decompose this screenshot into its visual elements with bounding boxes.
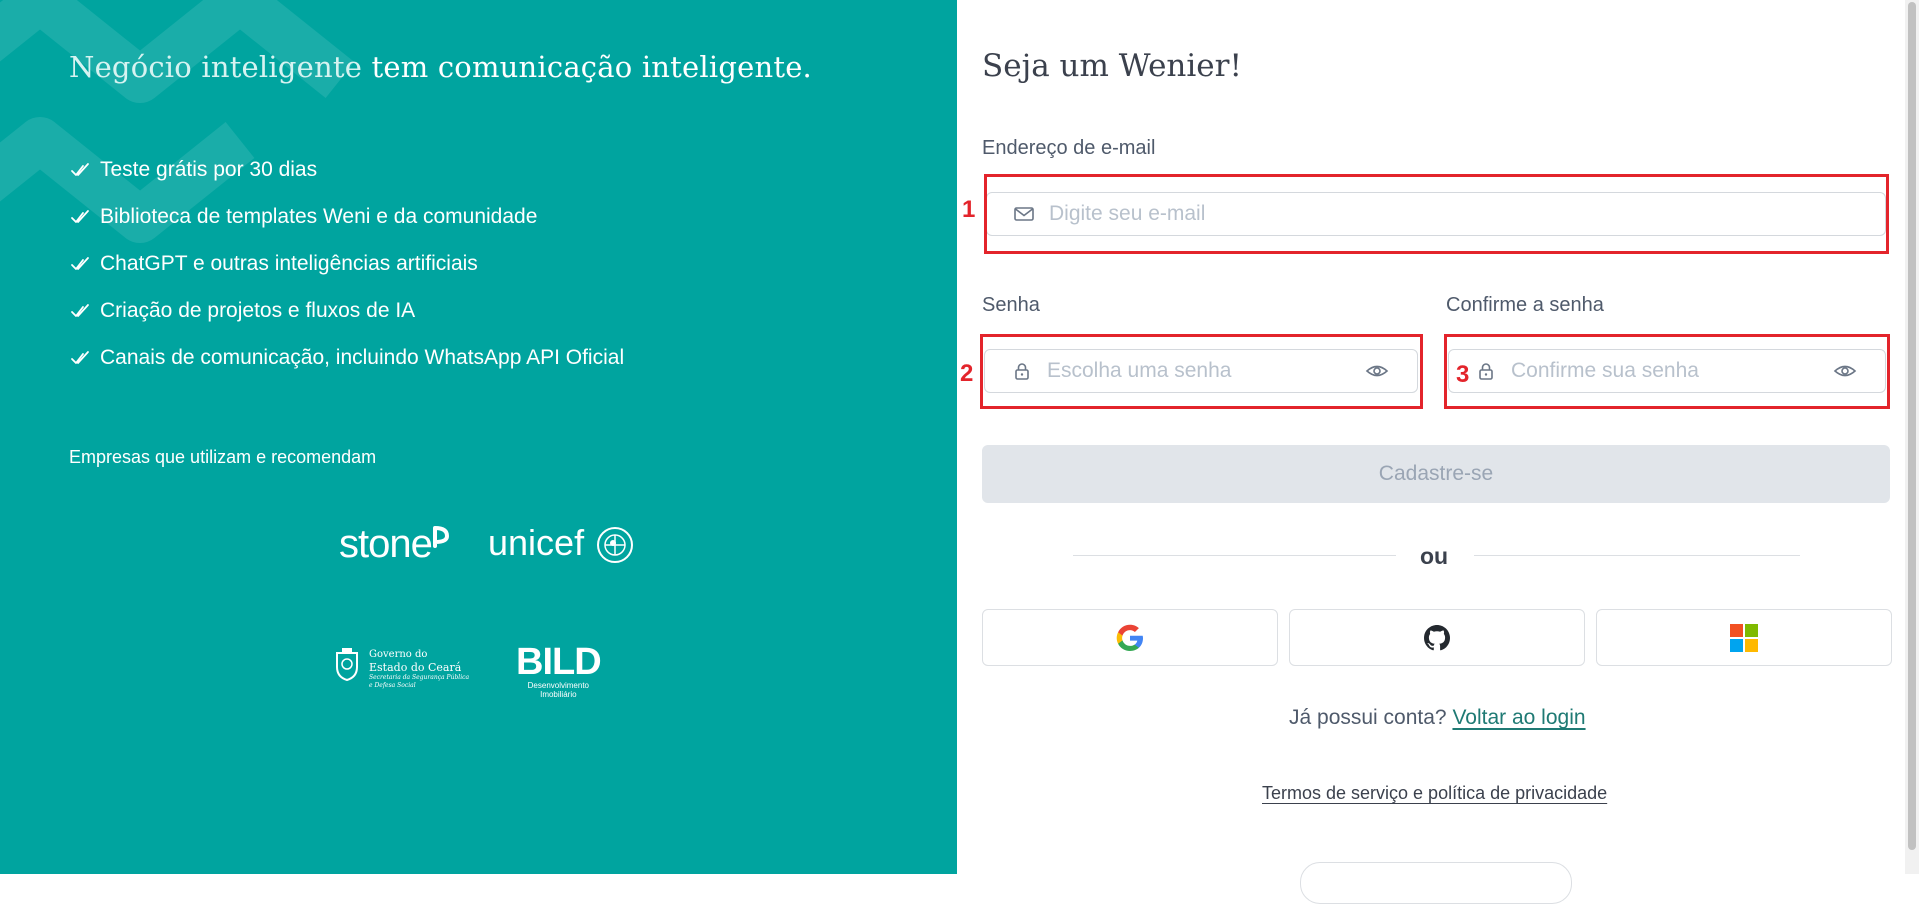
feature-label: Teste grátis por 30 dias [100, 157, 318, 181]
divider-line-right [1474, 555, 1800, 556]
check-icon [71, 350, 89, 364]
scrollbar-thumb[interactable] [1908, 2, 1916, 850]
password-label: Senha [982, 294, 1040, 316]
bild-sub-2: Imobiliário [540, 690, 577, 699]
coat-of-arms-icon [336, 648, 358, 681]
check-icon [71, 209, 89, 223]
annotation-box-3 [1444, 334, 1890, 409]
stone-mark-icon [432, 526, 449, 548]
annotation-box-1 [984, 174, 1889, 254]
annotation-marker-1: 1 [962, 196, 976, 223]
hero-panel: Negócio inteligente tem comunicação inte… [0, 0, 957, 874]
login-prompt-row: Já possui conta? Voltar ao login [1289, 706, 1586, 730]
confirm-password-label: Confirme a senha [1446, 294, 1604, 316]
unicef-logo: unicef [488, 522, 634, 564]
microsoft-icon [1730, 623, 1758, 652]
annotation-box-2 [980, 334, 1423, 409]
language-selector[interactable] [1300, 862, 1572, 904]
companies-title: Empresas que utilizam e recomendam [69, 447, 377, 467]
gov-line-2: Estado do Ceará [369, 661, 462, 674]
feature-label: Canais de comunicação, incluindo WhatsAp… [100, 345, 625, 369]
microsoft-login-button[interactable] [1596, 609, 1892, 666]
check-icon [71, 303, 89, 317]
feature-label: Biblioteca de templates Weni e da comuni… [100, 204, 538, 228]
divider-line-left [1073, 555, 1396, 556]
feature-item: Biblioteca de templates Weni e da comuni… [70, 193, 624, 240]
github-login-button[interactable] [1289, 609, 1585, 666]
divider-text: ou [1420, 543, 1449, 569]
gov-line-1: Governo do [369, 649, 428, 660]
feature-item: Criação de projetos e fluxos de IA [70, 287, 624, 334]
page-scrollbar[interactable] [1905, 0, 1919, 874]
tagline-highlight: Negócio inteligente [69, 50, 363, 84]
terms-link[interactable]: Termos de serviço e política de privacid… [1262, 783, 1607, 804]
back-to-login-link[interactable]: Voltar ao login [1452, 706, 1585, 729]
bild-logo: BILD Desenvolvimento Imobiliário [516, 641, 602, 699]
google-login-button[interactable] [982, 609, 1278, 666]
stone-wordmark: stone [339, 522, 433, 566]
feature-label: Criação de projetos e fluxos de IA [100, 298, 416, 322]
gov-line-4: e Defesa Social [369, 682, 416, 689]
check-icon [71, 162, 89, 176]
google-icon [1116, 624, 1143, 651]
feature-label: ChatGPT e outras inteligências artificia… [100, 251, 478, 275]
hero-tagline: Negócio inteligente tem comunicação inte… [69, 50, 812, 84]
form-title: Seja um Wenier! [982, 48, 1242, 84]
unicef-emblem-icon [597, 527, 634, 564]
bild-sub-1: Desenvolvimento [527, 681, 590, 690]
signup-button[interactable]: Cadastre-se [982, 445, 1890, 503]
email-label: Endereço de e-mail [982, 137, 1156, 159]
annotation-marker-2: 2 [960, 360, 974, 387]
feature-item: ChatGPT e outras inteligências artificia… [70, 240, 624, 287]
login-prompt: Já possui conta? [1289, 706, 1447, 729]
unicef-wordmark: unicef [488, 522, 585, 563]
feature-item: Canais de comunicação, incluindo WhatsAp… [70, 334, 624, 381]
signup-panel [957, 0, 1919, 874]
check-icon [71, 256, 89, 270]
github-icon [1424, 624, 1450, 650]
gov-line-3: Secretaria da Segurança Pública [369, 674, 470, 681]
bild-wordmark: BILD [516, 641, 602, 683]
feature-list: Teste grátis por 30 dias Biblioteca de t… [70, 146, 624, 381]
tagline-rest: tem comunicação inteligente. [362, 50, 812, 84]
annotation-marker-3: 3 [1456, 361, 1470, 388]
stone-logo: stone [339, 522, 450, 567]
feature-item: Teste grátis por 30 dias [70, 146, 624, 193]
